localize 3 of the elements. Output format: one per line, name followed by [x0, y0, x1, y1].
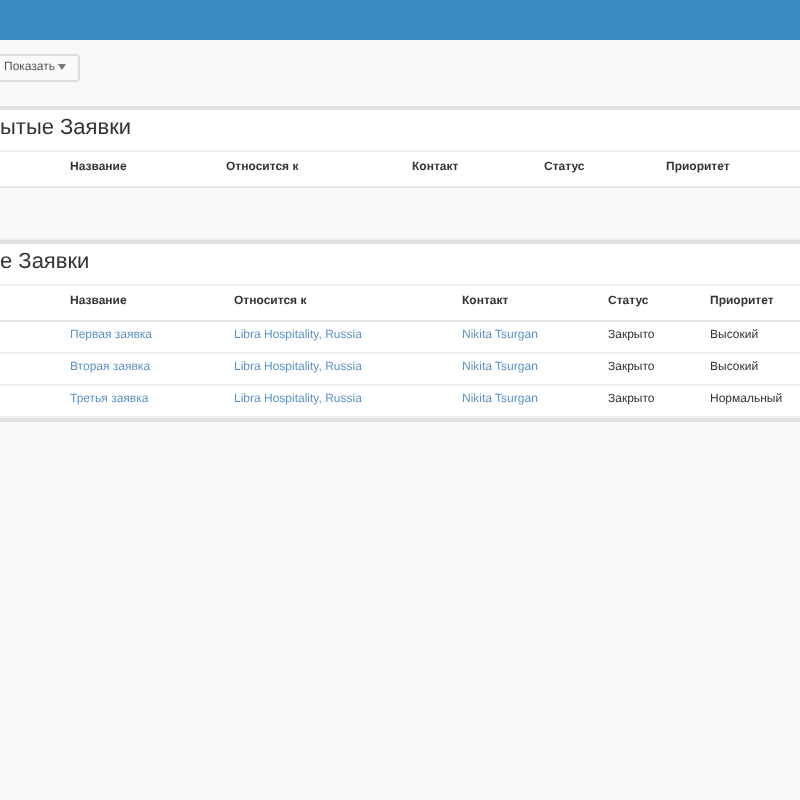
panel-title: е Заявки	[0, 250, 90, 274]
panel-title: ытые Заявки	[0, 116, 132, 140]
caret-icon	[58, 63, 67, 70]
